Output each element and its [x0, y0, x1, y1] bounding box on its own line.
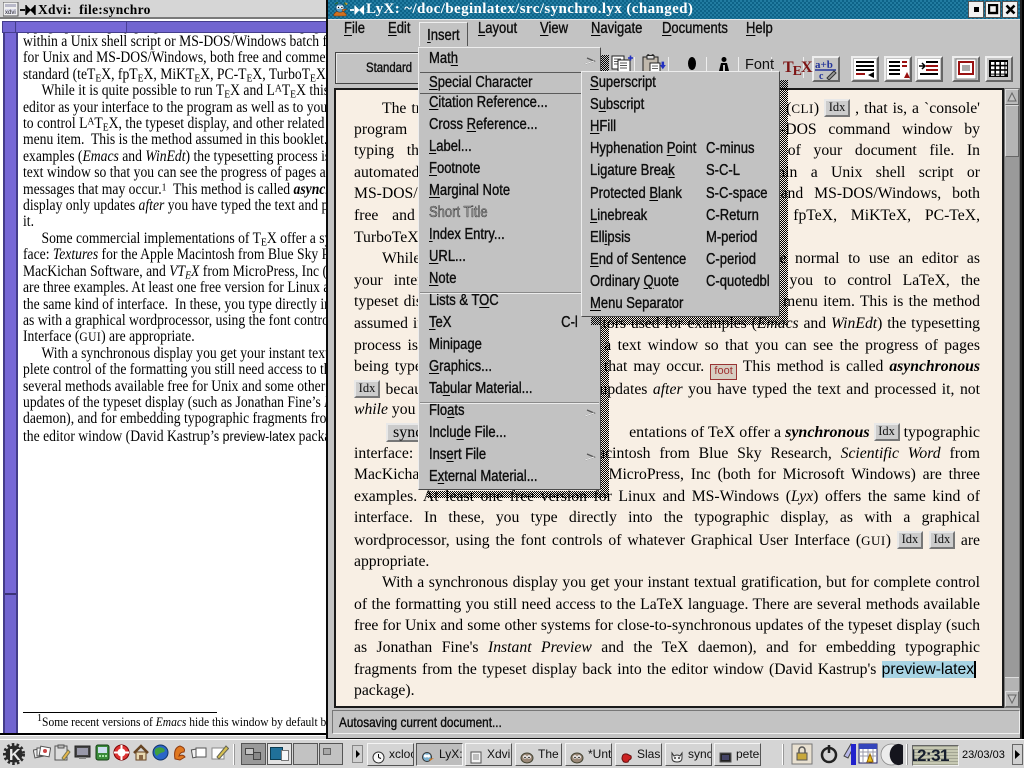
svg-text:xdvi: xdvi — [5, 10, 16, 16]
svg-text:K: K — [9, 747, 21, 764]
svg-text:c: c — [819, 71, 824, 80]
svg-text:a+b: a+b — [815, 59, 833, 71]
